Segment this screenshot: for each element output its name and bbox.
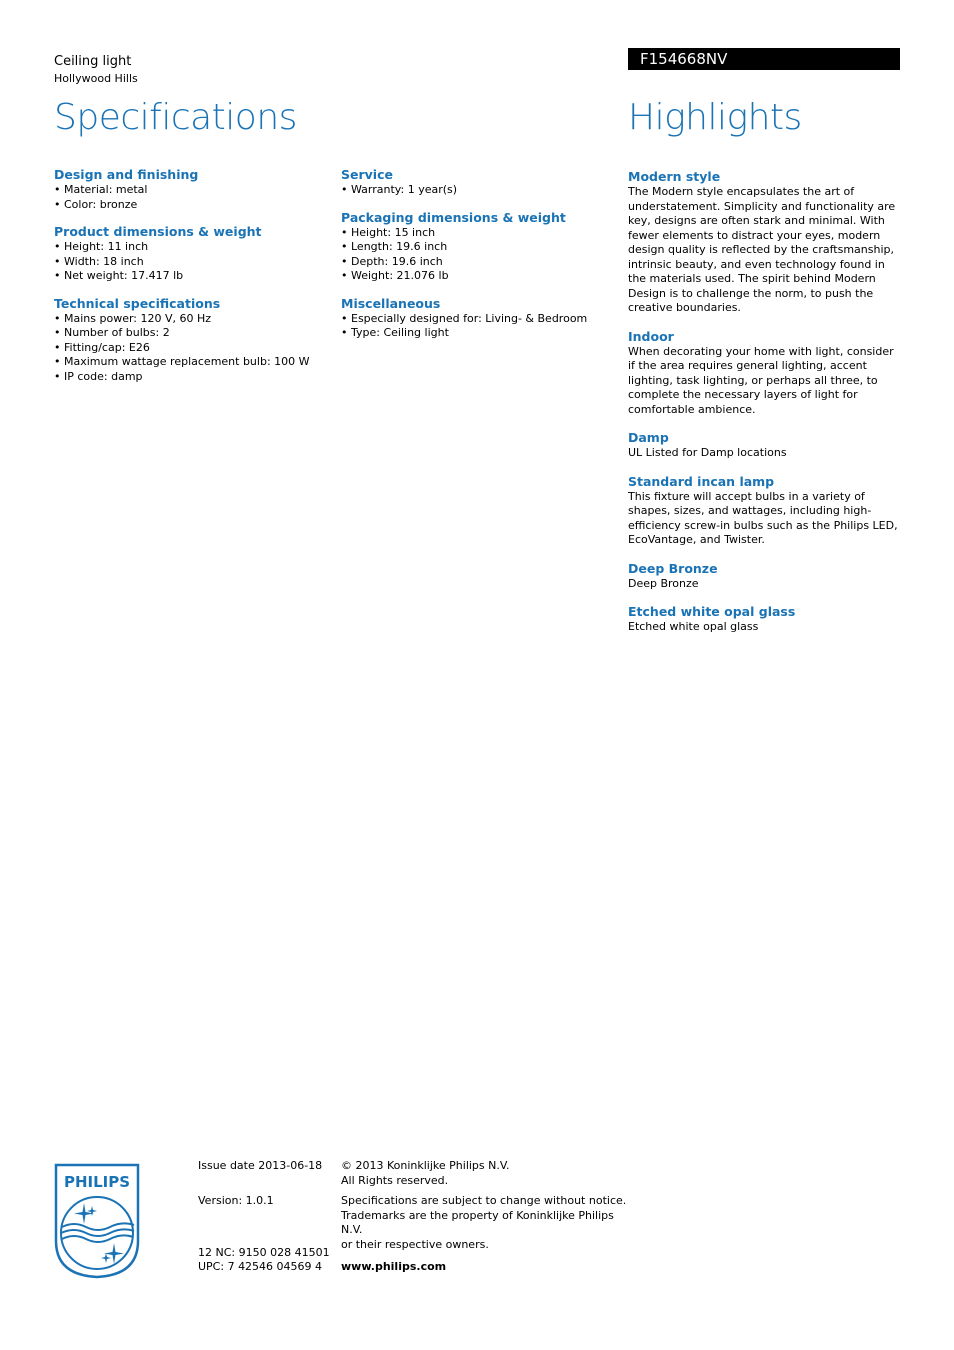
spec-column-1: Design and finishing Material: metal Col…	[54, 167, 324, 396]
highlight-deep-bronze: Deep Bronze Deep Bronze	[628, 561, 904, 592]
highlight-etched-glass: Etched white opal glass Etched white opa…	[628, 604, 904, 635]
highlight-modern-style: Modern style The Modern style encapsulat…	[628, 169, 904, 316]
spec-item: Height: 15 inch	[341, 226, 611, 241]
spec-section-title: Product dimensions & weight	[54, 224, 262, 239]
highlight-title: Standard incan lamp	[628, 473, 775, 489]
highlight-indoor: Indoor When decorating your home with li…	[628, 329, 904, 418]
highlight-title: Damp	[628, 430, 669, 445]
highlight-text: The Modern style encapsulates the art of…	[628, 185, 896, 314]
product-name: Hollywood Hills	[54, 72, 138, 85]
spec-section-title: Technical specifications	[54, 295, 221, 311]
spec-section-title: Design and finishing	[54, 167, 199, 182]
legal-line: Trademarks are the property of Koninklij…	[341, 1208, 614, 1237]
spec-section-product-dimensions: Product dimensions & weight Height: 11 i…	[54, 224, 324, 284]
version: Version: 1.0.1	[198, 1194, 274, 1207]
nc-code: 12 NC: 9150 028 41501	[198, 1246, 330, 1259]
highlight-title: Indoor	[628, 328, 674, 344]
spec-item: Fitting/cap: E26	[54, 341, 324, 356]
specifications-title: Specifications	[54, 97, 297, 138]
copyright: © 2013 Koninklijke Philips N.V. All Righ…	[341, 1159, 631, 1188]
spec-item: Net weight: 17.417 lb	[54, 269, 324, 284]
logo-wordmark: PHILIPS	[64, 1173, 130, 1191]
issue-date: Issue date 2013-06-18	[198, 1159, 323, 1172]
philips-shield-logo: PHILIPS	[54, 1163, 140, 1279]
spec-item: IP code: damp	[54, 370, 324, 385]
spec-item: Depth: 19.6 inch	[341, 255, 611, 270]
spec-item: Especially designed for: Living- & Bedro…	[341, 312, 611, 327]
spec-item: Warranty: 1 year(s)	[341, 183, 611, 198]
upc-code: UPC: 7 42546 04569 4	[198, 1260, 323, 1273]
copyright-line: All Rights reserved.	[341, 1173, 449, 1187]
spec-item: Material: metal	[54, 183, 324, 198]
spec-section-miscellaneous: Miscellaneous Especially designed for: L…	[341, 296, 611, 341]
highlight-title: Deep Bronze	[628, 560, 718, 576]
highlights-column: Modern style The Modern style encapsulat…	[628, 169, 904, 648]
highlight-title: Modern style	[628, 169, 721, 184]
spec-section-title: Miscellaneous	[341, 295, 441, 311]
spec-item: Maximum wattage replacement bulb: 100 W	[54, 355, 324, 370]
spec-item: Weight: 21.076 lb	[341, 269, 611, 284]
highlight-text: When decorating your home with light, co…	[628, 344, 894, 416]
highlight-text: UL Listed for Damp locations	[628, 446, 787, 459]
model-number: F154668NV	[640, 50, 728, 68]
highlight-standard-incan-lamp: Standard incan lamp This fixture will ac…	[628, 474, 904, 548]
spec-section-title: Packaging dimensions & weight	[341, 209, 566, 225]
highlight-text: This fixture will accept bulbs in a vari…	[628, 489, 898, 547]
spec-item: Height: 11 inch	[54, 240, 324, 255]
legal-line: Specifications are subject to change wit…	[341, 1194, 627, 1207]
legal-line: or their respective owners.	[341, 1237, 489, 1251]
product-type: Ceiling light	[54, 54, 132, 69]
spec-item: Type: Ceiling light	[341, 326, 611, 341]
highlight-text: Deep Bronze	[628, 576, 699, 590]
highlight-title: Etched white opal glass	[628, 604, 796, 619]
highlight-damp: Damp UL Listed for Damp locations	[628, 430, 904, 461]
spec-item: Color: bronze	[54, 198, 324, 213]
spec-column-2: Service Warranty: 1 year(s) Packaging di…	[341, 167, 611, 353]
highlights-title: Highlights	[628, 97, 802, 138]
model-number-bar: F154668NV	[628, 48, 900, 70]
spec-item: Length: 19.6 inch	[341, 240, 611, 255]
legal-notice: Specifications are subject to change wit…	[341, 1194, 631, 1252]
spec-item: Number of bulbs: 2	[54, 326, 324, 341]
spec-section-service: Service Warranty: 1 year(s)	[341, 167, 611, 198]
spec-section-title: Service	[341, 167, 393, 182]
highlight-text: Etched white opal glass	[628, 620, 759, 633]
spec-item: Width: 18 inch	[54, 255, 324, 270]
philips-shield-icon: PHILIPS	[54, 1163, 140, 1279]
spec-section-technical: Technical specifications Mains power: 12…	[54, 296, 324, 385]
copyright-line: © 2013 Koninklijke Philips N.V.	[341, 1159, 510, 1172]
spec-item: Mains power: 120 V, 60 Hz	[54, 312, 324, 327]
spec-section-design: Design and finishing Material: metal Col…	[54, 167, 324, 212]
website-link[interactable]: www.philips.com	[341, 1260, 446, 1275]
spec-section-packaging: Packaging dimensions & weight Height: 15…	[341, 210, 611, 284]
